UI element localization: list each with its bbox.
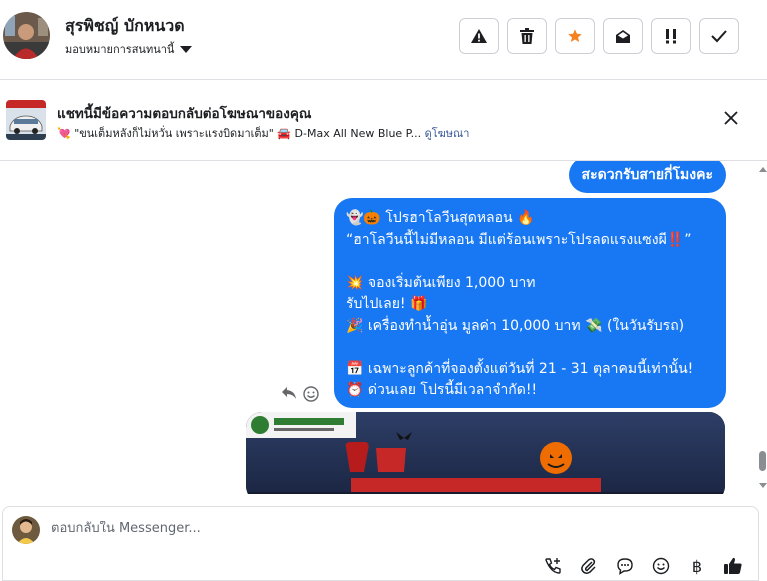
promo-image-attachment[interactable]: [246, 412, 725, 494]
warning-icon: [471, 29, 487, 43]
heart-icon: 💘: [57, 127, 71, 140]
messenger-conversation: สุรพิชญ์ บักหนวด มอบหมายการสนทนานี้ แชทน…: [0, 0, 767, 581]
emoji-icon: [652, 557, 670, 575]
mark-unread-button[interactable]: [603, 18, 643, 54]
ad-banner-title: แชทนี้มีข้อความตอบกลับต่อโฆษณาของคุณ: [57, 106, 312, 122]
header-actions: [459, 18, 739, 54]
attach-file-button[interactable]: [578, 555, 600, 577]
message-thread[interactable]: สะดวกรับสายกี่โมงคะ 👻🎃 โปรฮาโลวีนสุดหลอน…: [0, 161, 767, 494]
react-emoji-icon[interactable]: [303, 386, 319, 402]
contact-name[interactable]: สุรพิชญ์ บักหนวด: [65, 14, 185, 39]
star-icon: [568, 29, 582, 42]
assign-label: มอบหมายการสนทนานี้: [65, 43, 175, 56]
chat-bubble-icon: [617, 558, 633, 575]
check-icon: [711, 30, 727, 43]
scroll-down-arrow-icon[interactable]: [759, 483, 767, 488]
double-exclamation-icon: [666, 29, 676, 44]
message-line: รับไปเลย! 🎁: [346, 296, 428, 312]
paperclip-icon: [581, 558, 596, 574]
message-line: 👻🎃 โปรฮาโลวีนสุดหลอน 🔥: [346, 210, 535, 226]
ad-thumbnail[interactable]: [6, 100, 46, 140]
message-bubble[interactable]: สะดวกรับสายกี่โมงคะ: [568, 161, 726, 193]
ad-reply-banner: แชทนี้มีข้อความตอบกลับต่อโฆษณาของคุณ 💘 "…: [0, 81, 767, 161]
message-line: “ฮาโลวีนนี้ไม่มีหลอน มีแต่ร้อนเพราะโปรลด…: [346, 231, 692, 248]
reply-composer: ฿: [2, 506, 759, 581]
message-line: ⏰ ด่วนเลย โปรนี้มีเวลาจำกัด!!: [346, 382, 538, 398]
close-banner-button[interactable]: [724, 110, 738, 129]
thread-scrollbar[interactable]: [757, 161, 767, 494]
composer-toolbar: ฿: [542, 555, 744, 577]
send-like-button[interactable]: [722, 555, 744, 577]
reply-icon[interactable]: [281, 386, 297, 400]
ad-banner-subtitle: 💘 "ขนเต็มหลังก็ไม่หวั่น เพราะแรงบิดมาเต็…: [57, 124, 497, 142]
mark-priority-button[interactable]: [651, 18, 691, 54]
add-call-button[interactable]: [542, 555, 564, 577]
reply-input[interactable]: [51, 521, 531, 536]
message-bubble-promo[interactable]: 👻🎃 โปรฮาโลวีนสุดหลอน 🔥 “ฮาโลวีนนี้ไม่มีห…: [334, 198, 726, 408]
payment-button[interactable]: ฿: [686, 555, 708, 577]
message-hover-actions: [281, 386, 319, 402]
delete-button[interactable]: [507, 18, 547, 54]
trash-icon: [520, 28, 534, 44]
star-button[interactable]: [555, 18, 595, 54]
baht-icon: ฿: [691, 556, 703, 576]
view-ad-link[interactable]: ดูโฆษณา: [425, 127, 470, 140]
message-line: 💥 จองเริ่มต้นเพียง 1,000 บาท: [346, 274, 536, 291]
ad-quote-text: "ขนเต็มหลังก็ไม่หวั่น เพราะแรงบิดมาเต็ม"…: [74, 127, 422, 140]
mark-done-button[interactable]: [699, 18, 739, 54]
close-icon: [724, 111, 738, 125]
message-line: 📅 เฉพาะลูกค้าที่จองตั้งแต่วันที่ 21 - 31…: [346, 360, 694, 377]
page-avatar: [12, 516, 40, 544]
scrollbar-thumb[interactable]: [759, 451, 766, 471]
envelope-open-icon: [616, 30, 630, 43]
contact-avatar[interactable]: [3, 12, 50, 59]
scroll-up-arrow-icon[interactable]: [759, 167, 767, 172]
conversation-header: สุรพิชญ์ บักหนวด มอบหมายการสนทนานี้: [0, 0, 767, 80]
emoji-button[interactable]: [650, 555, 672, 577]
chevron-down-icon: [180, 45, 193, 53]
report-spam-button[interactable]: [459, 18, 499, 54]
saved-replies-button[interactable]: [614, 555, 636, 577]
assign-conversation-dropdown[interactable]: มอบหมายการสนทนานี้: [65, 40, 193, 58]
message-line: 🎉 เครื่องทำน้ำอุ่น มูลค่า 10,000 บาท 💸 (…: [346, 317, 685, 334]
thumbs-up-icon: [724, 557, 742, 574]
call-add-icon: [545, 558, 561, 574]
